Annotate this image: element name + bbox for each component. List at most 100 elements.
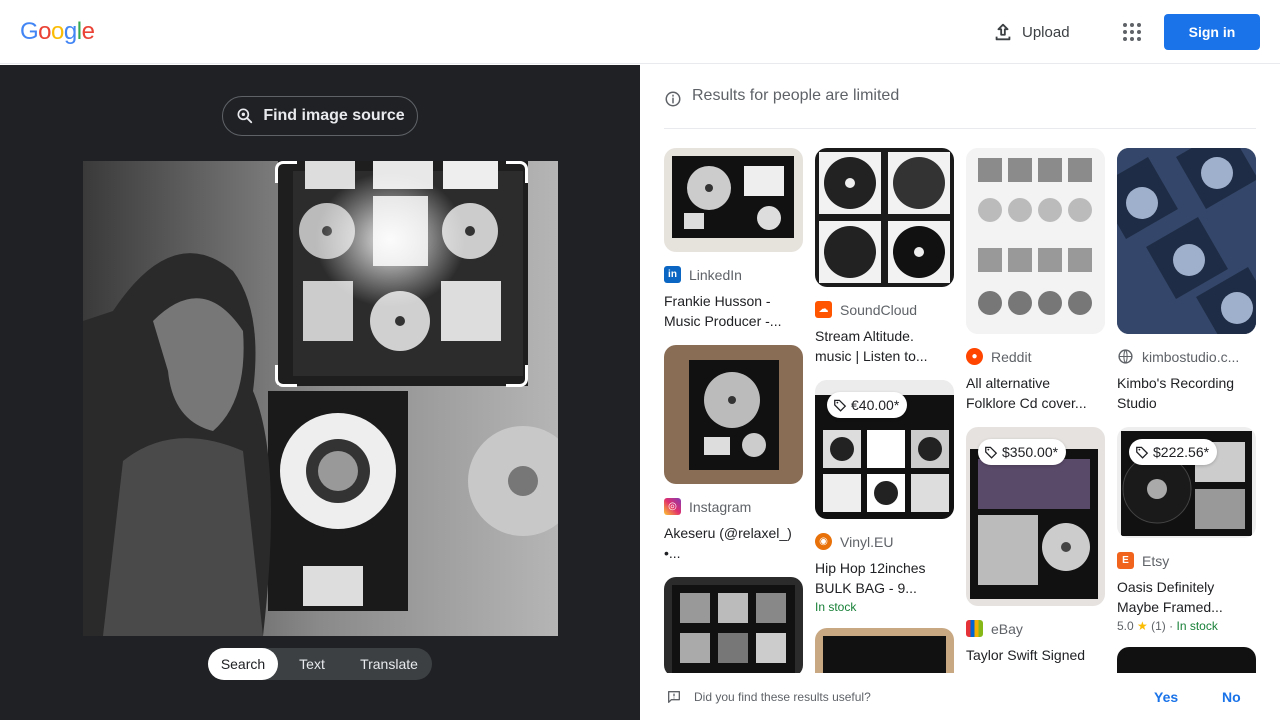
ebay-icon bbox=[966, 620, 983, 637]
logo-letter: g bbox=[63, 18, 77, 45]
result-title[interactable]: Akeseru (@relaxel_) •... bbox=[664, 523, 803, 563]
result-source-name: Instagram bbox=[689, 498, 752, 515]
result-source[interactable]: in LinkedIn bbox=[664, 266, 803, 283]
results-column: kimbostudio.c... Kimbo's Recording Studi… bbox=[1117, 148, 1256, 701]
result-title[interactable]: Kimbo's Recording Studio bbox=[1117, 373, 1256, 413]
separator-dot: · bbox=[1169, 619, 1174, 633]
result-source-name: Vinyl.EU bbox=[840, 533, 894, 550]
info-icon bbox=[665, 91, 681, 107]
result-card[interactable]: $350.00* eBay Taylor Swift Signed bbox=[966, 427, 1105, 665]
lens-search-icon bbox=[237, 108, 253, 124]
result-card[interactable]: ☁ SoundCloud Stream Altitude. music | Li… bbox=[815, 148, 954, 366]
result-source-name: LinkedIn bbox=[689, 266, 742, 283]
result-title[interactable]: Frankie Husson - Music Producer -... bbox=[664, 291, 803, 331]
result-source-name: SoundCloud bbox=[840, 301, 918, 318]
result-source-name: eBay bbox=[991, 620, 1023, 637]
rating-value: 5.0 bbox=[1117, 619, 1134, 633]
result-source[interactable]: eBay bbox=[966, 620, 1105, 637]
result-source[interactable]: ☁ SoundCloud bbox=[815, 301, 954, 318]
price-badge: $222.56* bbox=[1129, 439, 1218, 465]
soundcloud-icon: ☁ bbox=[815, 301, 832, 318]
instagram-icon: ◎ bbox=[664, 498, 681, 515]
query-image-panel: Find image source Search Text Translate bbox=[0, 65, 640, 720]
reddit-icon: ● bbox=[966, 348, 983, 365]
apps-grid-icon[interactable] bbox=[1120, 20, 1144, 44]
result-card[interactable] bbox=[664, 577, 803, 677]
feedback-question: Did you find these results useful? bbox=[694, 689, 871, 704]
result-card[interactable]: ● Reddit All alternative Folklore Cd cov… bbox=[966, 148, 1105, 413]
result-source[interactable]: ● Reddit bbox=[966, 348, 1105, 365]
result-thumbnail[interactable]: €40.00* bbox=[815, 380, 954, 519]
stock-status: In stock bbox=[1176, 619, 1218, 633]
upload-button[interactable]: Upload bbox=[992, 18, 1070, 46]
result-thumbnail[interactable] bbox=[664, 148, 803, 252]
result-thumbnail[interactable]: $350.00* bbox=[966, 427, 1105, 606]
price-badge: $350.00* bbox=[978, 439, 1067, 465]
google-logo[interactable]: Google bbox=[20, 18, 95, 46]
result-thumbnail[interactable] bbox=[966, 148, 1105, 334]
result-source[interactable]: kimbostudio.c... bbox=[1117, 348, 1256, 365]
logo-letter: e bbox=[81, 18, 95, 45]
search-mode-tabs: Search Text Translate bbox=[208, 648, 432, 680]
result-card[interactable]: €40.00* ◉ Vinyl.EU Hip Hop 12inches BULK… bbox=[815, 380, 954, 614]
logo-letter: o bbox=[38, 18, 52, 45]
result-card[interactable]: in LinkedIn Frankie Husson - Music Produ… bbox=[664, 148, 803, 331]
upload-icon bbox=[995, 23, 1011, 41]
sign-in-button[interactable]: Sign in bbox=[1164, 14, 1260, 50]
result-card[interactable]: $222.56* E Etsy Oasis Definitely Maybe F… bbox=[1117, 427, 1256, 633]
result-thumbnail[interactable] bbox=[664, 345, 803, 484]
result-source-name: Etsy bbox=[1142, 552, 1170, 569]
result-title[interactable]: Hip Hop 12inches BULK BAG - 9... bbox=[815, 558, 954, 598]
stock-status: In stock bbox=[815, 600, 857, 614]
result-thumbnail[interactable] bbox=[1117, 148, 1256, 334]
price-tag-icon bbox=[1136, 446, 1149, 459]
price-badge: €40.00* bbox=[827, 392, 908, 418]
results-column: ☁ SoundCloud Stream Altitude. music | Li… bbox=[815, 148, 954, 702]
result-thumbnail[interactable] bbox=[815, 148, 954, 287]
result-title[interactable]: Stream Altitude. music | Listen to... bbox=[815, 326, 954, 366]
results-column: ● Reddit All alternative Folklore Cd cov… bbox=[966, 148, 1105, 679]
result-thumbnail[interactable]: $222.56* bbox=[1117, 427, 1256, 538]
results-panel: Results for people are limited in Linked… bbox=[640, 65, 1280, 720]
header: Google Upload Sign in bbox=[0, 0, 1280, 64]
price-tag-icon bbox=[985, 446, 998, 459]
linkedin-icon: in bbox=[664, 266, 681, 283]
find-image-source-label: Find image source bbox=[263, 107, 405, 124]
logo-letter: G bbox=[20, 18, 39, 45]
result-source[interactable]: E Etsy bbox=[1117, 552, 1256, 569]
results-notice: Results for people are limited bbox=[664, 87, 1256, 129]
results-column: in LinkedIn Frankie Husson - Music Produ… bbox=[664, 148, 803, 691]
etsy-icon: E bbox=[1117, 552, 1134, 569]
result-title[interactable]: Taylor Swift Signed bbox=[966, 645, 1105, 665]
result-thumbnail[interactable] bbox=[664, 577, 803, 677]
tab-search[interactable]: Search bbox=[208, 648, 278, 680]
feedback-bar: Did you find these results useful? Yes N… bbox=[640, 673, 1280, 720]
star-icon: ★ bbox=[1137, 619, 1148, 633]
tab-translate[interactable]: Translate bbox=[346, 648, 432, 680]
notice-text: Results for people are limited bbox=[692, 87, 900, 104]
result-source-name: kimbostudio.c... bbox=[1142, 348, 1240, 365]
rating-row: 5.0 ★ (1) · In stock bbox=[1117, 619, 1256, 633]
find-image-source-button[interactable]: Find image source bbox=[222, 96, 418, 136]
rating-count: (1) bbox=[1151, 619, 1166, 633]
feedback-icon bbox=[668, 690, 680, 703]
feedback-no-button[interactable]: No bbox=[1222, 689, 1241, 705]
result-title[interactable]: Oasis Definitely Maybe Framed... bbox=[1117, 577, 1256, 617]
result-title[interactable]: All alternative Folklore Cd cover... bbox=[966, 373, 1105, 413]
result-source-name: Reddit bbox=[991, 348, 1032, 365]
price-text: €40.00* bbox=[851, 397, 900, 413]
tab-text[interactable]: Text bbox=[278, 648, 346, 680]
result-card[interactable]: kimbostudio.c... Kimbo's Recording Studi… bbox=[1117, 148, 1256, 413]
result-source[interactable]: ◉ Vinyl.EU bbox=[815, 533, 954, 550]
globe-icon bbox=[1118, 349, 1133, 364]
upload-label: Upload bbox=[1022, 23, 1070, 41]
logo-letter: o bbox=[51, 18, 64, 45]
result-source[interactable]: ◎ Instagram bbox=[664, 498, 803, 515]
price-text: $350.00* bbox=[1002, 444, 1059, 460]
price-tag-icon bbox=[834, 399, 847, 412]
result-card[interactable]: ◎ Instagram Akeseru (@relaxel_) •... bbox=[664, 345, 803, 563]
feedback-yes-button[interactable]: Yes bbox=[1154, 689, 1178, 705]
vinyl-eu-icon: ◉ bbox=[815, 533, 832, 550]
crop-selection-box[interactable] bbox=[275, 161, 528, 387]
price-text: $222.56* bbox=[1153, 444, 1210, 460]
